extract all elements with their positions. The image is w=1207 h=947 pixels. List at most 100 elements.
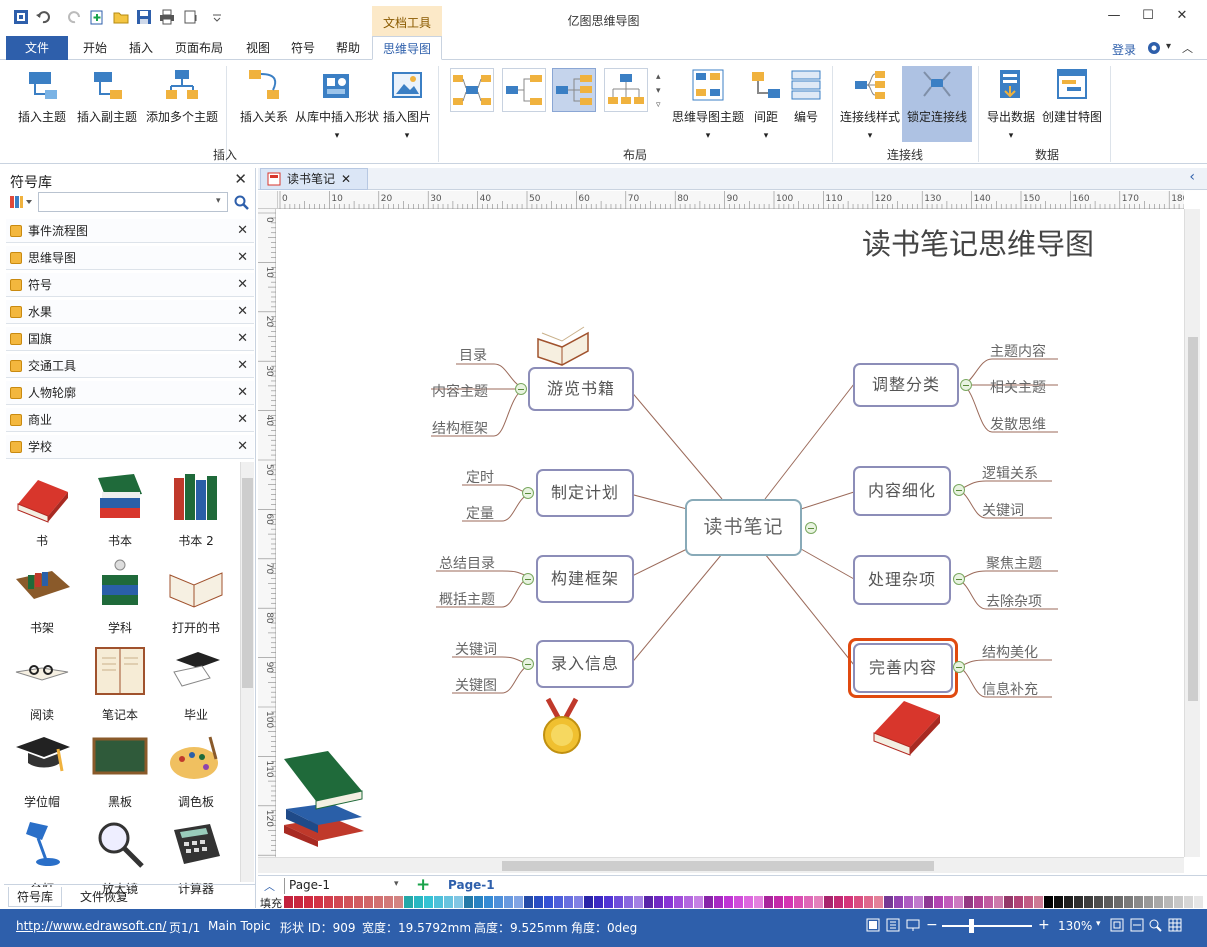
normal-view-icon[interactable]	[866, 918, 880, 935]
subtopic[interactable]: 关键词	[455, 639, 497, 659]
tab-insert[interactable]: 插入	[120, 36, 162, 60]
symbol-item[interactable]: 打开的书	[160, 555, 232, 636]
create-gantt-button[interactable]: 创建甘特图	[1040, 68, 1104, 125]
add-page-icon[interactable]: +	[416, 875, 430, 895]
page-dropdown-icon[interactable]: ▾	[394, 879, 399, 889]
symbol-item[interactable]: 书架	[6, 555, 78, 636]
connector-style-button[interactable]: 连接线样式 ▾	[838, 68, 902, 141]
color-palette[interactable]	[284, 896, 1204, 908]
symbol-item[interactable]: 笔记本	[84, 642, 156, 723]
collapse-toggle-icon[interactable]	[522, 658, 534, 670]
fit-page-icon[interactable]	[1110, 918, 1124, 935]
insert-image-button[interactable]: 插入图片 ▾	[380, 68, 434, 141]
insert-topic-button[interactable]: 插入主题	[14, 68, 70, 125]
topic-node[interactable]: 内容细化	[853, 466, 951, 516]
symbol-item[interactable]: 毕业	[160, 642, 232, 723]
close-window-icon[interactable]: ✕	[1172, 8, 1192, 26]
zoom-in-icon[interactable]: +	[1038, 917, 1050, 933]
zoom-selection-icon[interactable]	[1148, 918, 1162, 935]
export-data-button[interactable]: 导出数据 ▾	[984, 68, 1038, 141]
library-menu-icon[interactable]	[10, 195, 32, 212]
red-book-icon[interactable]	[870, 693, 944, 759]
symbol-item[interactable]: 黑板	[84, 729, 156, 810]
scroll-thumb[interactable]	[1188, 337, 1198, 701]
collapse-right-panel-icon[interactable]: ‹	[1189, 169, 1195, 185]
page-list-toggle-icon[interactable]: ︿	[264, 878, 275, 894]
tab-page-layout[interactable]: 页面布局	[166, 36, 232, 60]
minimize-icon[interactable]: —	[1104, 8, 1124, 26]
layout-thumb-tree-right[interactable]	[552, 68, 596, 112]
mindmap-title[interactable]: 读书笔记思维导图	[862, 221, 1094, 263]
topic-node[interactable]: 录入信息	[536, 640, 634, 688]
medal-icon[interactable]	[540, 697, 584, 757]
spacing-button[interactable]: 间距 ▾	[746, 68, 786, 141]
topic-node[interactable]: 构建框架	[536, 555, 634, 603]
tab-file-recovery[interactable]: 文件恢复	[72, 887, 136, 907]
library-category[interactable]: 国旗 ✕	[6, 327, 254, 351]
topic-node[interactable]: 处理杂项	[853, 555, 951, 605]
close-category-icon[interactable]: ✕	[237, 354, 248, 378]
subtopic[interactable]: 概括主题	[439, 589, 495, 609]
library-category[interactable]: 水果 ✕	[6, 300, 254, 324]
tab-symbol[interactable]: 符号	[282, 36, 324, 60]
fullscreen-icon[interactable]	[1168, 918, 1182, 935]
settings-dropdown-icon[interactable]: ▾	[1166, 41, 1171, 52]
collapse-toggle-icon[interactable]	[805, 522, 817, 534]
close-category-icon[interactable]: ✕	[237, 273, 248, 297]
close-category-icon[interactable]: ✕	[237, 408, 248, 432]
subtopic[interactable]: 去除杂项	[986, 591, 1042, 611]
layout-gallery-scroll-icon[interactable]: ▴ ▾ ▿	[656, 70, 661, 112]
topic-node-selected[interactable]: 完善内容	[853, 643, 953, 693]
search-dropdown-icon[interactable]: ▾	[216, 196, 221, 206]
numbering-button[interactable]: 编号	[788, 68, 824, 125]
scroll-thumb[interactable]	[242, 478, 253, 688]
close-category-icon[interactable]: ✕	[237, 300, 248, 324]
symbol-item[interactable]: 学位帽	[6, 729, 78, 810]
subtopic[interactable]: 总结目录	[439, 553, 495, 573]
insert-from-library-button[interactable]: 从库中插入形状 ▾	[292, 68, 382, 141]
close-category-icon[interactable]: ✕	[237, 381, 248, 405]
tab-file[interactable]: 文件	[6, 36, 68, 60]
library-category[interactable]: 思维导图 ✕	[6, 246, 254, 270]
subtopic[interactable]: 内容主题	[432, 381, 488, 401]
symbol-item[interactable]: 书	[6, 468, 78, 549]
collapse-toggle-icon[interactable]	[522, 487, 534, 499]
tab-symbol-library[interactable]: 符号库	[8, 887, 63, 907]
topic-node[interactable]: 游览书籍	[528, 367, 634, 411]
collapse-toggle-icon[interactable]	[953, 484, 965, 496]
library-category[interactable]: 符号 ✕	[6, 273, 254, 297]
close-tab-icon[interactable]: ✕	[341, 169, 351, 189]
topic-node[interactable]: 调整分类	[853, 363, 959, 407]
maximize-icon[interactable]: ☐	[1138, 8, 1158, 26]
tab-help[interactable]: 帮助	[326, 36, 370, 60]
topic-node[interactable]: 制定计划	[536, 469, 634, 517]
login-link[interactable]: 登录	[1112, 41, 1136, 58]
lock-connector-button[interactable]: 锁定连接线	[902, 66, 972, 142]
library-scrollbar[interactable]	[240, 462, 254, 882]
close-category-icon[interactable]: ✕	[237, 435, 248, 459]
document-tab[interactable]: 读书笔记 ✕	[260, 168, 368, 190]
drawing-canvas[interactable]: 读书笔记思维导图 读书笔记 游览书籍 制定计划 构建框架 录入信息 调整分类 内…	[276, 209, 1184, 857]
open-book-icon[interactable]	[536, 321, 590, 367]
website-link[interactable]: http://www.edrawsoft.cn/	[16, 919, 166, 933]
central-topic[interactable]: 读书笔记	[685, 499, 802, 556]
library-category[interactable]: 事件流程图 ✕	[6, 219, 254, 243]
fit-width-icon[interactable]	[1130, 918, 1144, 935]
collapse-toggle-icon[interactable]	[953, 573, 965, 585]
close-category-icon[interactable]: ✕	[237, 219, 248, 243]
presentation-view-icon[interactable]	[906, 918, 920, 935]
scroll-thumb[interactable]	[502, 861, 934, 871]
collapse-toggle-icon[interactable]	[522, 573, 534, 585]
tab-mindmap[interactable]: 思维导图	[372, 36, 442, 60]
zoom-slider[interactable]	[942, 925, 1032, 927]
vertical-scrollbar[interactable]	[1184, 209, 1200, 857]
subtopic[interactable]: 结构框架	[432, 418, 488, 438]
library-search-input[interactable]	[38, 192, 228, 212]
horizontal-scrollbar[interactable]	[258, 857, 1184, 873]
library-category[interactable]: 交通工具 ✕	[6, 354, 254, 378]
subtopic[interactable]: 信息补充	[982, 679, 1038, 699]
collapse-toggle-icon[interactable]	[953, 661, 965, 673]
insert-relation-button[interactable]: 插入关系	[236, 68, 292, 125]
collapse-ribbon-icon[interactable]: ︿	[1182, 40, 1193, 56]
symbol-item[interactable]: 阅读	[6, 642, 78, 723]
